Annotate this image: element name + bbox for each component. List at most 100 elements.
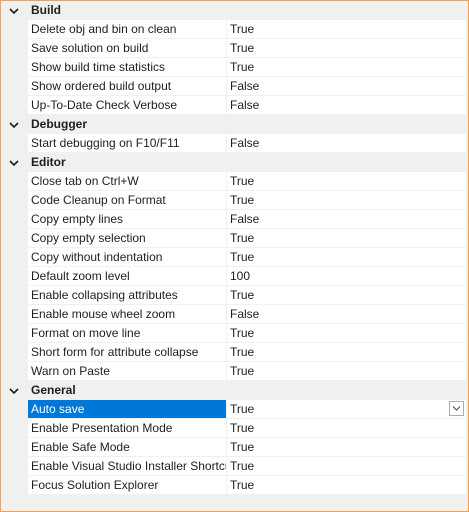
- property-row[interactable]: Short form for attribute collapse True: [28, 343, 466, 362]
- property-value[interactable]: True: [227, 457, 466, 475]
- property-row[interactable]: Copy empty selection True: [28, 229, 466, 248]
- property-value-text: True: [230, 364, 255, 378]
- category-label: Build: [31, 3, 61, 17]
- property-value[interactable]: False: [227, 210, 466, 228]
- property-value-text: False: [230, 212, 260, 226]
- property-value[interactable]: True: [227, 20, 466, 38]
- property-value[interactable]: False: [227, 77, 466, 95]
- property-value-text: False: [230, 136, 260, 150]
- property-name[interactable]: Start debugging on F10/F11: [28, 134, 227, 152]
- property-name[interactable]: Delete obj and bin on clean: [28, 20, 227, 38]
- property-row[interactable]: Auto save True: [28, 400, 466, 419]
- property-name[interactable]: Copy empty lines: [28, 210, 227, 228]
- property-row[interactable]: Copy without indentation True: [28, 248, 466, 267]
- property-name[interactable]: Copy empty selection: [28, 229, 227, 247]
- property-value[interactable]: True: [227, 172, 466, 190]
- property-name[interactable]: Close tab on Ctrl+W: [28, 172, 227, 190]
- property-name[interactable]: Code Cleanup on Format: [28, 191, 227, 209]
- property-row[interactable]: Enable Presentation Mode True: [28, 419, 466, 438]
- property-value[interactable]: False: [227, 305, 466, 323]
- property-value-text: False: [230, 79, 260, 93]
- property-name[interactable]: Enable Safe Mode: [28, 438, 227, 456]
- property-value-text: True: [230, 326, 255, 340]
- property-value-text: True: [230, 250, 255, 264]
- property-value-text: True: [230, 288, 255, 302]
- property-value[interactable]: True: [227, 191, 466, 209]
- property-value[interactable]: True: [227, 58, 466, 76]
- property-value[interactable]: True: [227, 362, 466, 380]
- property-value-text: True: [230, 421, 255, 435]
- property-value[interactable]: True: [227, 419, 466, 437]
- property-row[interactable]: Close tab on Ctrl+W True: [28, 172, 466, 191]
- property-name[interactable]: Save solution on build: [28, 39, 227, 57]
- property-value[interactable]: True: [227, 438, 466, 456]
- property-grid: Build Delete obj and bin on clean True Save…: [1, 1, 468, 511]
- property-row[interactable]: Code Cleanup on Format True: [28, 191, 466, 210]
- category-debugger[interactable]: Debugger: [1, 115, 468, 134]
- property-value[interactable]: True: [227, 286, 466, 304]
- property-row[interactable]: Format on move line True: [28, 324, 466, 343]
- property-value-text: False: [230, 307, 260, 321]
- property-row[interactable]: Enable Visual Studio Installer Shortcut T…: [28, 457, 466, 476]
- category-build[interactable]: Build: [1, 1, 468, 20]
- property-value-text: True: [230, 193, 255, 207]
- property-name[interactable]: Enable mouse wheel zoom: [28, 305, 227, 323]
- property-name[interactable]: Enable collapsing attributes: [28, 286, 227, 304]
- property-name[interactable]: Show ordered build output: [28, 77, 227, 95]
- chevron-down-icon[interactable]: [8, 385, 20, 397]
- chevron-down-icon[interactable]: [8, 5, 20, 17]
- property-row[interactable]: Enable collapsing attributes True: [28, 286, 466, 305]
- property-name[interactable]: Short form for attribute collapse: [28, 343, 227, 361]
- property-name[interactable]: Up-To-Date Check Verbose: [28, 96, 227, 114]
- property-row[interactable]: Delete obj and bin on clean True: [28, 20, 466, 39]
- property-value[interactable]: True: [227, 248, 466, 266]
- property-name[interactable]: Format on move line: [28, 324, 227, 342]
- category-editor[interactable]: Editor: [1, 153, 468, 172]
- property-row[interactable]: Show build time statistics True: [28, 58, 466, 77]
- property-name[interactable]: Warn on Paste: [28, 362, 227, 380]
- options-window: Build Delete obj and bin on clean True Save…: [0, 0, 469, 512]
- property-row[interactable]: Up-To-Date Check Verbose False: [28, 96, 466, 115]
- property-value[interactable]: False: [227, 134, 466, 152]
- category-label: General: [31, 383, 76, 397]
- property-value[interactable]: True: [227, 324, 466, 342]
- value-dropdown-button[interactable]: [449, 401, 464, 416]
- category-label: Editor: [31, 155, 66, 169]
- property-value-text: True: [230, 402, 255, 416]
- property-row[interactable]: Copy empty lines False: [28, 210, 466, 229]
- category-label: Debugger: [31, 117, 88, 131]
- property-row[interactable]: Warn on Paste True: [28, 362, 466, 381]
- property-row[interactable]: Focus Solution Explorer True: [28, 476, 466, 495]
- property-name[interactable]: Show build time statistics: [28, 58, 227, 76]
- property-name[interactable]: Enable Presentation Mode: [28, 419, 227, 437]
- property-value[interactable]: True: [227, 400, 466, 418]
- category-general[interactable]: General: [1, 381, 468, 400]
- property-row[interactable]: Show ordered build output False: [28, 77, 466, 96]
- property-row[interactable]: Enable Safe Mode True: [28, 438, 466, 457]
- property-value-text: True: [230, 478, 255, 492]
- property-name[interactable]: Default zoom level: [28, 267, 227, 285]
- property-name[interactable]: Focus Solution Explorer: [28, 476, 227, 494]
- chevron-down-icon[interactable]: [8, 157, 20, 169]
- chevron-down-icon[interactable]: [8, 119, 20, 131]
- property-value-text: True: [230, 440, 255, 454]
- property-value[interactable]: True: [227, 39, 466, 57]
- property-value[interactable]: True: [227, 229, 466, 247]
- property-row[interactable]: Save solution on build True: [28, 39, 466, 58]
- property-value-text: True: [230, 60, 255, 74]
- property-value[interactable]: 100: [227, 267, 466, 285]
- property-value-text: True: [230, 345, 255, 359]
- property-name[interactable]: Auto save: [28, 400, 227, 418]
- chevron-down-icon: [452, 406, 461, 411]
- property-value[interactable]: True: [227, 476, 466, 494]
- property-name[interactable]: Enable Visual Studio Installer Shortcut: [28, 457, 227, 475]
- property-value[interactable]: True: [227, 343, 466, 361]
- property-row[interactable]: Start debugging on F10/F11 False: [28, 134, 466, 153]
- property-value-text: True: [230, 22, 255, 36]
- property-value-text: True: [230, 41, 255, 55]
- property-value[interactable]: False: [227, 96, 466, 114]
- property-value-text: True: [230, 231, 255, 245]
- property-row[interactable]: Enable mouse wheel zoom False: [28, 305, 466, 324]
- property-name[interactable]: Copy without indentation: [28, 248, 227, 266]
- property-row[interactable]: Default zoom level 100: [28, 267, 466, 286]
